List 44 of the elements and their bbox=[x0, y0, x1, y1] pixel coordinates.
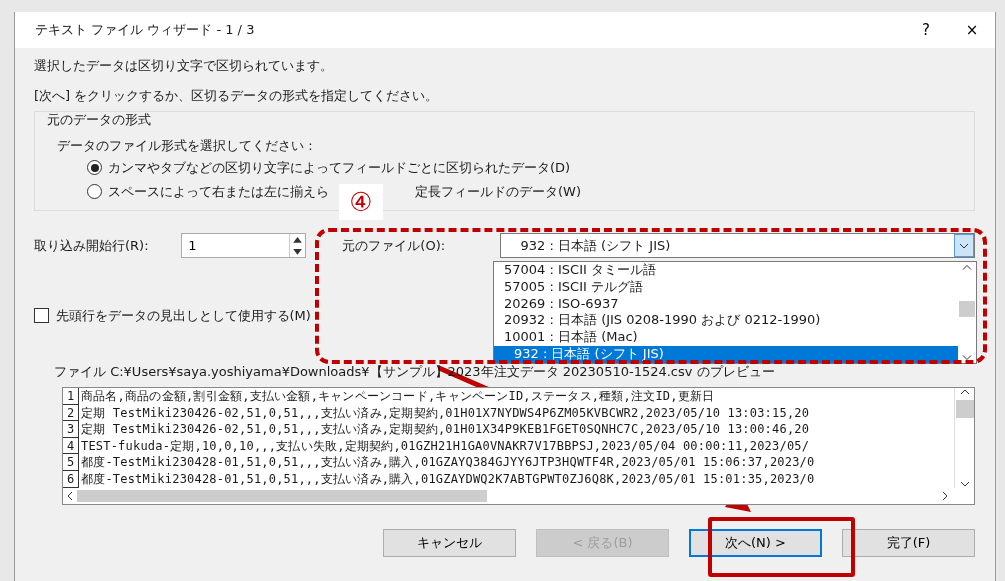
line-number: 2 bbox=[63, 404, 79, 422]
close-button[interactable]: × bbox=[949, 18, 995, 42]
wizard-button[interactable]: 次へ(N) > bbox=[689, 529, 822, 557]
chevron-down-icon bbox=[959, 242, 969, 249]
radio-label: スペースによって右または左に揃えら bbox=[108, 182, 329, 201]
group-title: 元のデータの形式 bbox=[47, 111, 152, 129]
list-item[interactable]: 57004 : ISCII タミール語 bbox=[494, 262, 958, 279]
origin-dropdown[interactable]: 932 : 日本語 (シフト JIS) bbox=[499, 233, 975, 258]
intro-text: [次へ] をクリックするか、区切るデータの形式を指定してください。 bbox=[34, 86, 440, 105]
line-number: 5 bbox=[63, 454, 79, 471]
list-item[interactable]: 20269 : ISO-6937 bbox=[494, 295, 958, 313]
intro-text: 選択したデータは区切り文字で区切られています。 bbox=[34, 57, 334, 75]
line-number: 4 bbox=[63, 437, 79, 455]
line-number: 1 bbox=[63, 388, 79, 405]
list-item[interactable]: 10001 : 日本語 (Mac) bbox=[494, 329, 958, 346]
scrollbar-thumb[interactable] bbox=[77, 490, 487, 502]
scroll-down-icon[interactable] bbox=[959, 480, 970, 488]
scroll-right-icon[interactable] bbox=[942, 491, 948, 501]
scroll-left-icon[interactable] bbox=[67, 491, 73, 501]
start-row-label: 取り込み開始行(R): bbox=[34, 236, 150, 255]
checkbox-label: 先頭行をデータの見出しとして使用する(M) bbox=[55, 307, 311, 325]
line-number: 3 bbox=[63, 421, 79, 438]
window-title: テキスト ファイル ウィザード - 1 / 3 bbox=[35, 21, 255, 40]
scroll-down-icon[interactable] bbox=[962, 353, 972, 361]
radio-button[interactable] bbox=[87, 160, 102, 176]
scrollbar-thumb[interactable] bbox=[955, 400, 974, 418]
scroll-up-icon[interactable] bbox=[959, 388, 970, 396]
list-item[interactable]: 932 : 日本語 (シフト JIS) bbox=[494, 346, 958, 363]
radio-button[interactable] bbox=[87, 183, 102, 199]
wizard-button[interactable]: 完了(F) bbox=[842, 529, 975, 557]
origin-label: 元のファイル(O): bbox=[342, 236, 447, 255]
start-row-spinner[interactable]: 1 bbox=[181, 233, 307, 258]
line-number: 6 bbox=[63, 470, 79, 488]
radio-label: 定長フィールドのデータ(W) bbox=[415, 182, 581, 201]
checkbox[interactable] bbox=[34, 308, 49, 324]
list-item[interactable]: 57005 : ISCII テルグ語 bbox=[494, 278, 958, 296]
group-prompt: データのファイル形式を選択してください : bbox=[56, 136, 314, 155]
list-item[interactable]: 20932 : 日本語 (JIS 0208-1990 および 0212-1990) bbox=[494, 312, 958, 330]
scrollbar-thumb[interactable] bbox=[959, 301, 975, 317]
start-row-input[interactable]: 1 bbox=[182, 234, 290, 257]
radio-label: カンマやタブなどの区切り文字によってフィールドごとに区切られたデータ(D) bbox=[108, 159, 571, 177]
help-button[interactable]: ? bbox=[903, 18, 949, 42]
step-marker: ④ bbox=[339, 184, 383, 220]
wizard-button[interactable]: キャンセル bbox=[383, 529, 516, 557]
